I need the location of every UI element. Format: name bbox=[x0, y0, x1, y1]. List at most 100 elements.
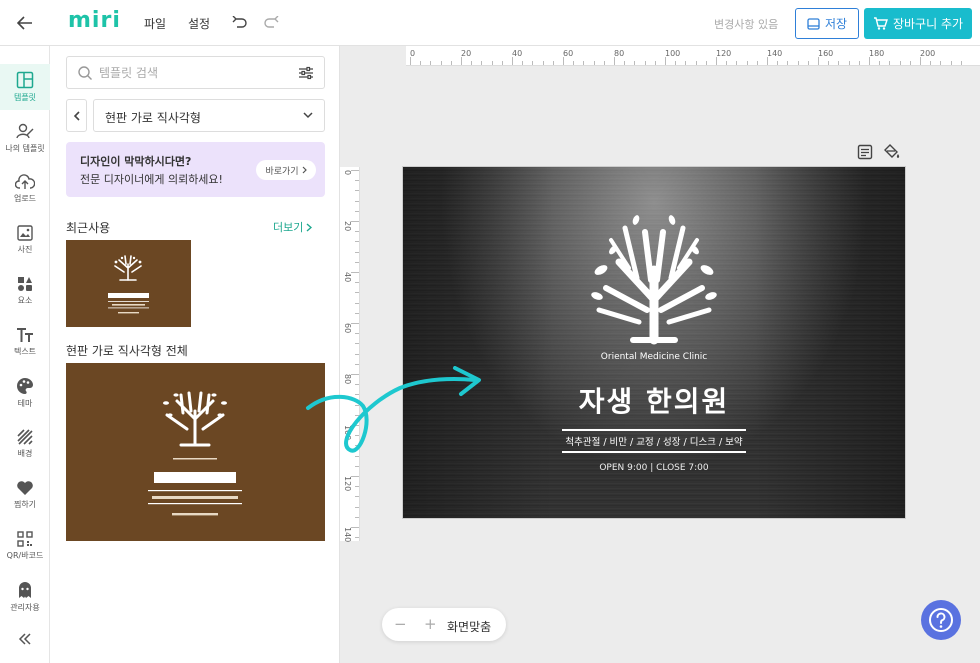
ruler-tick bbox=[420, 61, 422, 65]
ruler-tick bbox=[355, 343, 359, 345]
heart-icon bbox=[17, 481, 33, 495]
all-section-title: 현판 가로 직사각형 전체 bbox=[66, 344, 188, 358]
ruler-tick bbox=[705, 61, 707, 65]
ruler-tick bbox=[430, 61, 432, 65]
add-to-cart-button[interactable]: 장바구니 추가 bbox=[864, 8, 972, 39]
nav-template[interactable]: 템플릿 bbox=[0, 64, 50, 110]
elements-icon bbox=[18, 277, 32, 291]
help-button[interactable] bbox=[921, 600, 961, 640]
cart-icon bbox=[873, 17, 888, 30]
zoom-in-button[interactable]: + bbox=[424, 615, 437, 633]
zoom-control: − + 화면맞춤 bbox=[382, 608, 506, 641]
undo-icon[interactable] bbox=[230, 13, 250, 33]
chevron-left-icon bbox=[73, 110, 80, 121]
ruler-tick bbox=[736, 61, 738, 65]
ruler-tick-label: 80 bbox=[614, 49, 625, 58]
nav-label: 나의 템플릿 bbox=[5, 144, 45, 153]
ruler-tick bbox=[909, 61, 911, 65]
ruler-tick bbox=[899, 61, 901, 65]
template-thumbnail[interactable] bbox=[66, 363, 325, 541]
ruler-tick bbox=[351, 527, 359, 528]
nav-my-template[interactable]: 나의 템플릿 bbox=[0, 115, 50, 161]
category-back-button[interactable] bbox=[66, 99, 87, 132]
nav-label: QR/바코드 bbox=[6, 551, 44, 560]
nav-qr[interactable]: QR/바코드 bbox=[0, 523, 50, 569]
ruler-tick bbox=[756, 61, 758, 65]
design-canvas[interactable]: Oriental Medicine Clinic 자생 한의원 척추관절 / 비… bbox=[403, 167, 905, 518]
nav-theme[interactable]: 테마 bbox=[0, 370, 50, 416]
ruler-tick-label: 180 bbox=[869, 49, 885, 58]
category-select[interactable]: 현판 가로 직사각형 bbox=[93, 99, 325, 132]
ruler-tick bbox=[351, 221, 359, 222]
admin-icon bbox=[19, 582, 31, 598]
ruler-tick bbox=[481, 61, 483, 65]
promo-go-button[interactable]: 바로가기 bbox=[256, 160, 316, 180]
nav-label: 찜하기 bbox=[13, 500, 37, 509]
nav-upload[interactable]: 업로드 bbox=[0, 166, 50, 212]
ruler-tick-label: 60 bbox=[343, 323, 352, 334]
ruler-tick bbox=[450, 61, 452, 65]
menu-file[interactable]: 파일 bbox=[144, 15, 166, 32]
save-button[interactable]: 저장 bbox=[795, 8, 859, 39]
zoom-out-button[interactable]: − bbox=[394, 615, 407, 633]
ruler-tick-label: 140 bbox=[343, 527, 352, 543]
ruler-tick-label: 120 bbox=[716, 49, 732, 58]
collapse-nav-icon[interactable] bbox=[15, 630, 35, 648]
nav-label: 템플릿 bbox=[13, 93, 37, 102]
ruler-tick bbox=[930, 61, 932, 65]
nav-photo[interactable]: 사진 bbox=[0, 217, 50, 263]
clinic-subtitle[interactable]: Oriental Medicine Clinic bbox=[403, 352, 905, 362]
more-link[interactable]: 더보기 bbox=[273, 219, 313, 235]
nav-favorite[interactable]: 찜하기 bbox=[0, 472, 50, 518]
ruler-tick bbox=[355, 496, 359, 498]
horizontal-ruler: 0 20 40 60 80 100 120 140 160 180 200 bbox=[406, 46, 980, 66]
ruler-tick-label: 200 bbox=[920, 49, 936, 58]
ruler-tick-label: 140 bbox=[767, 49, 783, 58]
template-search-box[interactable] bbox=[66, 56, 325, 89]
text-icon bbox=[17, 328, 33, 342]
fit-to-screen-button[interactable]: 화면맞춤 bbox=[447, 618, 491, 635]
ruler-tick bbox=[879, 61, 881, 65]
category-value: 현판 가로 직사각형 bbox=[105, 111, 201, 125]
ruler-tick bbox=[355, 292, 359, 294]
ruler-tick bbox=[355, 302, 359, 304]
menu-settings[interactable]: 설정 bbox=[188, 15, 210, 32]
more-link-label: 더보기 bbox=[273, 221, 304, 234]
paint-bucket-icon[interactable] bbox=[884, 144, 900, 163]
ruler-tick bbox=[522, 61, 524, 65]
my-template-icon bbox=[16, 123, 34, 139]
ruler-tick bbox=[355, 261, 359, 263]
note-icon[interactable] bbox=[857, 144, 873, 163]
ruler-tick bbox=[355, 231, 359, 233]
nav-admin[interactable]: 관리자용 bbox=[0, 574, 50, 620]
nav-elements[interactable]: 요소 bbox=[0, 268, 50, 314]
ruler-tick bbox=[716, 57, 717, 65]
ruler-tick bbox=[960, 61, 962, 65]
ruler-tick bbox=[848, 61, 850, 65]
ruler-tick bbox=[491, 61, 493, 65]
ruler-tick-label: 100 bbox=[665, 49, 681, 58]
filter-icon[interactable] bbox=[298, 65, 314, 81]
clinic-hours[interactable]: OPEN 9:00 | CLOSE 7:00 bbox=[403, 463, 905, 473]
ruler-tick bbox=[355, 190, 359, 192]
ruler-tick bbox=[603, 61, 605, 65]
chevron-down-icon bbox=[303, 112, 313, 119]
recent-template-thumbnail[interactable] bbox=[66, 240, 191, 327]
ruler-tick bbox=[940, 61, 942, 65]
left-nav: 템플릿 나의 템플릿 업로드 사진 요소 텍스트 테마 배경 찜하기 QR/바코… bbox=[0, 46, 50, 663]
ruler-tick bbox=[410, 57, 411, 65]
designer-promo-banner: 디자인이 막막하시다면? 전문 디자이너에게 의뢰하세요! 바로가기 bbox=[66, 142, 325, 197]
app-logo[interactable]: miri bbox=[68, 8, 121, 33]
help-icon bbox=[929, 608, 953, 632]
back-arrow-icon[interactable] bbox=[14, 12, 36, 34]
nav-label: 텍스트 bbox=[13, 347, 37, 356]
nav-background[interactable]: 배경 bbox=[0, 421, 50, 467]
nav-text[interactable]: 텍스트 bbox=[0, 319, 50, 365]
template-search-input[interactable] bbox=[99, 64, 289, 82]
ruler-tick bbox=[858, 61, 860, 65]
ruler-tick bbox=[950, 61, 952, 65]
ruler-tick bbox=[552, 61, 554, 65]
ruler-tick bbox=[355, 537, 359, 539]
redo-icon[interactable] bbox=[261, 13, 281, 33]
ruler-tick bbox=[583, 61, 585, 65]
